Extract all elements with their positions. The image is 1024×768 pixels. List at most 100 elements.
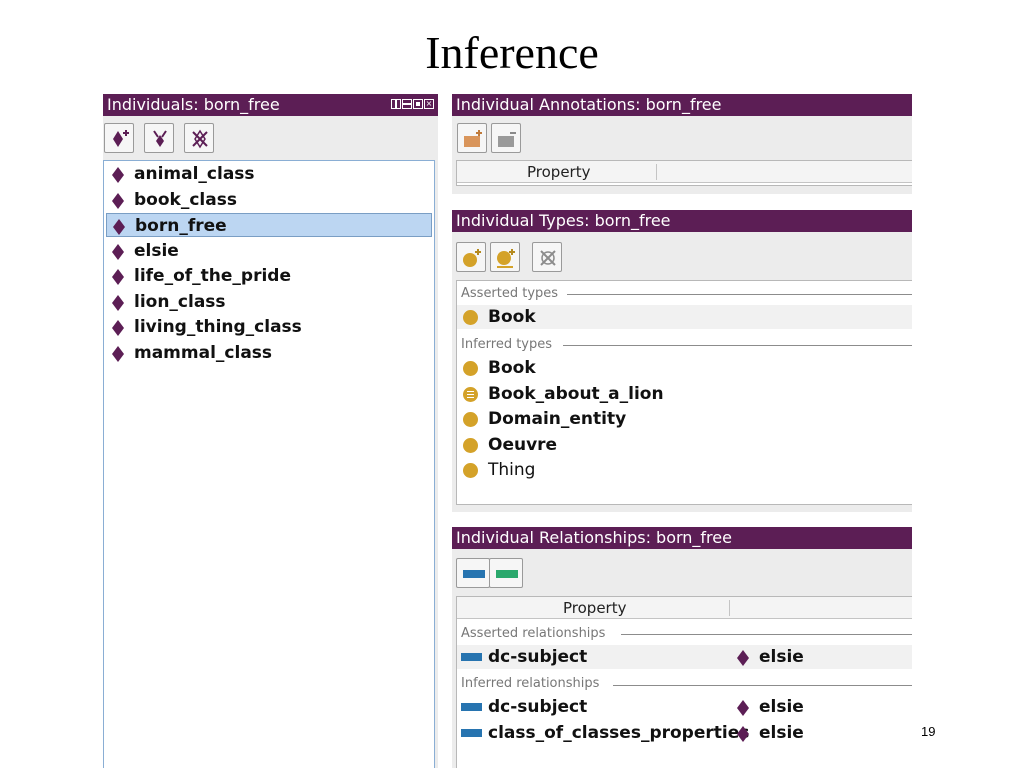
add-object-property-assertion-button[interactable] (456, 558, 490, 588)
asserted-types-label: Asserted types (461, 286, 559, 301)
section-divider (613, 685, 912, 686)
type-label: Book (488, 307, 536, 327)
individual-icon (112, 167, 124, 183)
page-number: 19 (921, 724, 936, 739)
individual-item[interactable]: life_of_the_pride (106, 264, 432, 288)
column-separator[interactable] (729, 600, 730, 616)
individual-item[interactable]: animal_class (106, 162, 432, 186)
individual-item[interactable]: book_class (106, 188, 432, 212)
individual-item[interactable]: born_free (106, 213, 432, 237)
individuals-list: animal_class book_class born_freeelsie life… (103, 160, 435, 768)
class-icon (463, 437, 478, 453)
maximize-icon[interactable] (413, 99, 423, 109)
type-row[interactable]: Thing (457, 458, 912, 482)
add-data-property-assertion-button[interactable] (489, 558, 523, 588)
individual-label: lion_class (134, 291, 226, 312)
individual-label: living_thing_class (134, 317, 302, 337)
merge-individuals-button[interactable] (144, 123, 174, 153)
relationships-panel: Individual Relationships: born_free Prop… (452, 527, 912, 768)
individual-icon (112, 294, 124, 311)
slide-title: Inference (425, 27, 599, 78)
individuals-panel: Individuals: born_free × animal_class boo (103, 94, 438, 768)
type-row[interactable]: Book (457, 356, 912, 380)
column-separator[interactable] (656, 164, 657, 180)
annotations-panel: Individual Annotations: born_free Proper… (452, 94, 912, 194)
relationship-property: class_of_classes_properties (488, 722, 750, 743)
object-property-icon (461, 703, 482, 711)
types-list: Asserted types Book Inferred types Book B… (456, 280, 912, 505)
relationship-row[interactable]: class_of_classes_properties elsie (457, 721, 912, 745)
annotations-panel-title: Individual Annotations: born_free (456, 95, 722, 114)
add-individual-icon (113, 130, 129, 147)
individual-icon (112, 320, 124, 336)
type-row[interactable]: Book (457, 305, 912, 329)
individuals-panel-title: Individuals: born_free (107, 95, 280, 114)
individual-icon (112, 243, 124, 260)
section-divider (621, 634, 912, 635)
type-label: Thing (488, 460, 536, 480)
delete-type-button[interactable] (532, 242, 562, 272)
class-icon (463, 412, 478, 427)
annotations-panel-titlebar: Individual Annotations: born_free (452, 94, 912, 116)
individual-icon (737, 700, 749, 716)
relationship-property: dc-subject (488, 697, 588, 717)
relationship-value: elsie (759, 647, 804, 667)
type-row[interactable]: Book_about_a_lion (457, 382, 912, 406)
relationships-panel-title: Individual Relationships: born_free (456, 528, 732, 547)
remove-annotation-button[interactable] (491, 123, 521, 153)
object-property-icon (463, 570, 485, 578)
types-panel: Individual Types: born_free Asserted typ… (452, 210, 912, 512)
object-property-icon (461, 653, 482, 661)
types-panel-title: Individual Types: born_free (456, 211, 671, 230)
individual-item[interactable]: living_thing_class (106, 315, 432, 339)
individual-item[interactable]: lion_class (106, 290, 432, 314)
column-header-property[interactable]: Property (527, 161, 590, 183)
types-panel-titlebar: Individual Types: born_free (452, 210, 912, 232)
delete-individual-button[interactable] (184, 123, 214, 153)
individual-icon (112, 192, 124, 209)
remove-annotation-icon (498, 132, 516, 147)
add-type-expression-button[interactable] (490, 242, 520, 272)
split-horizontal-icon[interactable] (402, 99, 412, 109)
individual-icon (737, 650, 749, 666)
column-header-property[interactable]: Property (563, 597, 626, 619)
individual-item[interactable]: mammal_class (106, 341, 432, 365)
individual-label: life_of_the_pride (134, 266, 291, 286)
relationships-table: Property Asserted relationships dc-subje… (456, 596, 912, 768)
object-property-icon (461, 728, 482, 737)
individual-icon (112, 345, 124, 362)
add-annotation-button[interactable] (457, 123, 487, 153)
type-label: Oeuvre (488, 434, 558, 455)
individual-label: book_class (134, 189, 237, 210)
window-controls: × (391, 99, 434, 109)
add-individual-button[interactable] (104, 123, 134, 153)
type-label: Book (488, 358, 536, 378)
annotations-table-header: Property (457, 161, 912, 183)
add-class-icon (463, 249, 481, 267)
type-row[interactable]: Oeuvre (457, 433, 912, 457)
individual-icon (112, 269, 124, 285)
relationship-property: dc-subject (488, 647, 588, 667)
add-type-button[interactable] (456, 242, 486, 272)
relationships-table-header: Property (457, 597, 912, 619)
individual-item[interactable]: elsie (106, 239, 432, 263)
type-row[interactable]: Domain_entity (457, 407, 912, 431)
class-icon (463, 361, 478, 376)
class-icon (463, 463, 478, 478)
defined-class-icon (463, 386, 478, 402)
individual-label: animal_class (134, 164, 255, 184)
inferred-types-label: Inferred types (461, 337, 553, 352)
individual-label: elsie (134, 240, 179, 261)
section-divider (567, 294, 912, 295)
data-property-icon (496, 570, 518, 578)
close-view-icon[interactable]: × (424, 99, 434, 109)
relationship-row[interactable]: dc-subject elsie (457, 645, 912, 669)
merge-individual-icon (153, 130, 167, 147)
individual-label: mammal_class (134, 342, 273, 363)
split-view-icon[interactable] (391, 99, 401, 109)
relationship-value: elsie (759, 697, 804, 717)
individual-label: born_free (135, 216, 227, 236)
annotations-table: Property (456, 160, 912, 186)
relationship-row[interactable]: dc-subject elsie (457, 695, 912, 719)
individual-icon (113, 219, 125, 235)
